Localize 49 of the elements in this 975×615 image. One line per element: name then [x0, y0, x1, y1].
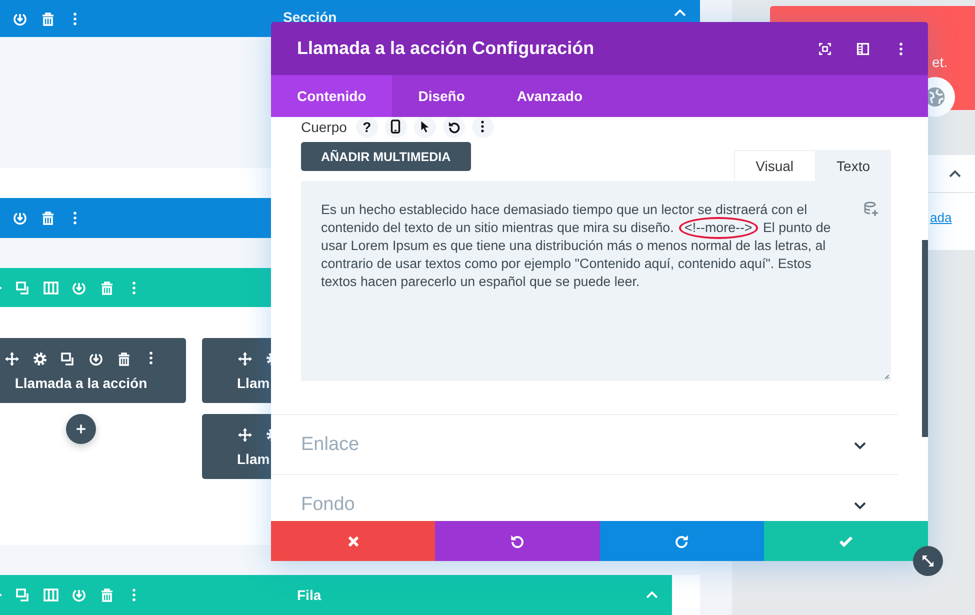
- undo-icon[interactable]: [446, 120, 461, 134]
- module-card[interactable]: Llam: [202, 338, 271, 403]
- close-icon[interactable]: [346, 534, 361, 548]
- link[interactable]: ada: [930, 210, 975, 225]
- move-icon[interactable]: [237, 351, 253, 367]
- power-icon[interactable]: [88, 351, 104, 367]
- bar-title: Fila: [297, 587, 322, 603]
- editor-tab[interactable]: Visual: [734, 150, 816, 181]
- redo-icon[interactable]: [674, 533, 690, 549]
- reset-button[interactable]: [442, 117, 465, 138]
- responsive-button[interactable]: [384, 117, 407, 138]
- sidebar-layout-icon[interactable]: [856, 42, 870, 56]
- group-title: Enlace: [301, 434, 360, 456]
- plus-icon[interactable]: [74, 422, 88, 436]
- power-icon[interactable]: [12, 210, 28, 226]
- move-icon[interactable]: [237, 427, 253, 443]
- settings-icon[interactable]: [32, 351, 48, 367]
- scrollbar[interactable]: [922, 240, 928, 437]
- help-button[interactable]: ?: [356, 117, 378, 138]
- save-button[interactable]: [764, 521, 928, 561]
- tab[interactable]: Diseño: [392, 75, 491, 117]
- add-media-button[interactable]: AÑADIR MULTIMEDIA: [301, 142, 471, 171]
- delete-icon[interactable]: [116, 351, 132, 367]
- group-title: Fondo: [301, 494, 355, 516]
- module-title: Llamada a la acción: [14, 375, 148, 391]
- fullscreen-icon[interactable]: [818, 42, 832, 56]
- delete-icon[interactable]: [40, 10, 56, 26]
- field-label: Cuerpo: [301, 118, 347, 134]
- tab[interactable]: Contenido: [271, 75, 392, 117]
- editor-tab[interactable]: Texto: [816, 150, 891, 181]
- tab[interactable]: Avanzado: [490, 75, 609, 117]
- add-module-button[interactable]: [66, 414, 96, 444]
- text-editor[interactable]: [301, 181, 891, 381]
- hover-button[interactable]: [414, 117, 436, 138]
- module-card[interactable]: Llamada a la acción: [0, 338, 186, 403]
- card-text: et.: [932, 54, 948, 70]
- circled-more-tag: <!--more-->: [678, 217, 758, 239]
- dynamic-content-icon[interactable]: [863, 201, 879, 217]
- module-title: Llam: [237, 451, 270, 467]
- module-card[interactable]: Llam: [202, 414, 271, 479]
- delete-icon[interactable]: [40, 210, 56, 226]
- bar-title: Sección: [283, 9, 337, 25]
- move-icon[interactable]: [4, 351, 20, 367]
- resize-icon[interactable]: [920, 553, 936, 569]
- duplicate-icon[interactable]: [60, 351, 76, 367]
- body-text: Es un hecho establecido hace demasiado tiempo que un lector se distraerá con el contenido del texto de un sitio mientras que mira su diseño. <!--more--> El punto de usar Lorem Ipsum es que tiene una distribución más o menos normal de las letras, al contrario de usar textos como por ejemplo "Contenido aquí, contenido aquí". Estos textos hacen parecerlo un español que se puede leer.: [321, 201, 832, 291]
- modal-title: Llamada a la acción Configuración: [297, 38, 596, 59]
- options-button[interactable]: [472, 117, 494, 138]
- module-title: Llam: [237, 375, 270, 391]
